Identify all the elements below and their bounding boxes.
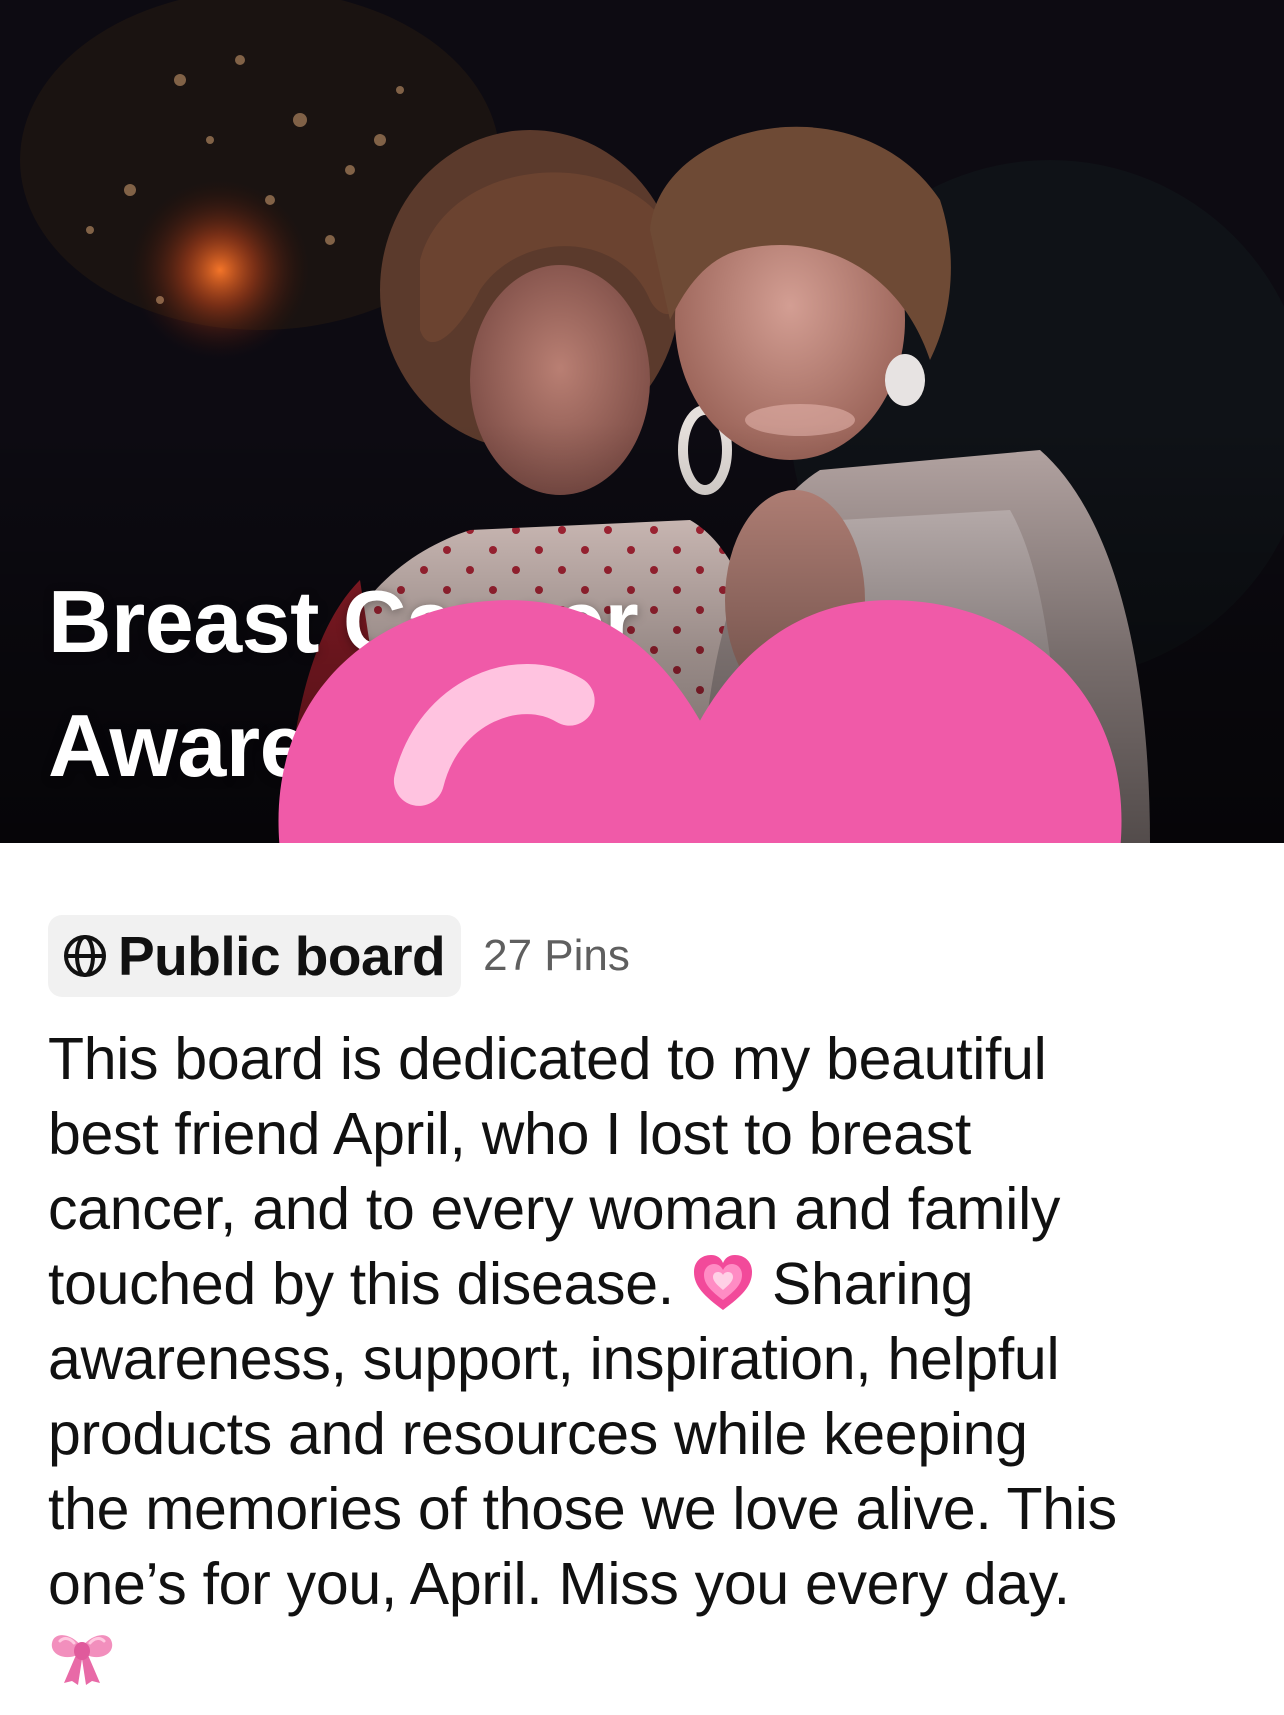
description-line: products and resources while keeping	[48, 1401, 1028, 1467]
pink-heart-icon	[278, 600, 1122, 843]
description-text: Sharing	[772, 1251, 974, 1317]
board-description: This board is dedicated to my beautiful …	[48, 1022, 1248, 1697]
description-line: touched by this disease. Sharing	[48, 1247, 1248, 1322]
description-line: one’s for you, April. Miss you every day…	[48, 1551, 1070, 1617]
description-line: best friend April, who I lost to breast	[48, 1101, 971, 1167]
board-meta-row: Public board 27 Pins	[48, 915, 630, 997]
sparkling-heart-icon	[693, 1255, 752, 1310]
description-line: awareness, support, inspiration, helpful	[48, 1326, 1060, 1392]
board-cover-photo: Breast Cancer Awareness	[0, 0, 1284, 843]
description-line: This board is dedicated to my beautiful	[48, 1026, 1047, 1092]
globe-icon	[64, 935, 106, 977]
description-line	[48, 1622, 1248, 1697]
board-title-line: Awareness	[48, 600, 1122, 843]
description-text: touched by this disease.	[48, 1251, 674, 1317]
description-line: the memories of those we love alive. Thi…	[48, 1476, 1117, 1542]
visibility-chip[interactable]: Public board	[48, 915, 462, 997]
board-title: Breast Cancer Awareness	[48, 560, 1122, 843]
visibility-label: Public board	[118, 925, 446, 987]
pin-count: 27 Pins	[483, 931, 630, 980]
pink-ribbon-bow-icon	[51, 1635, 113, 1685]
description-line: cancer, and to every woman and family	[48, 1176, 1061, 1242]
